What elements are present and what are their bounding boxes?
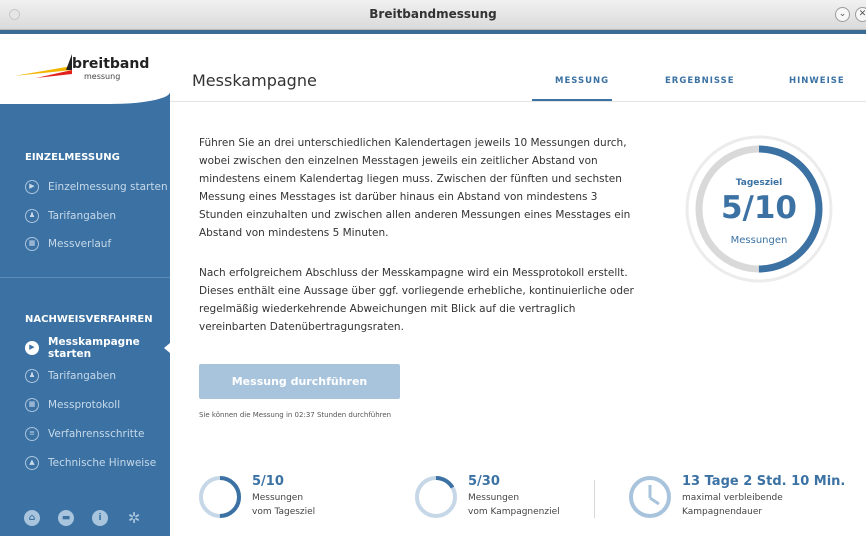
warning-icon: ▲ <box>25 456 39 470</box>
section-nachweisverfahren: NACHWEISVERFAHREN <box>25 314 153 325</box>
gear-icon[interactable]: ✲ <box>126 510 142 526</box>
stat-campaign-line2: vom Kampagnenziel <box>468 507 560 517</box>
stat-campaign-value: 5/30 <box>468 474 500 489</box>
header-divider <box>170 101 866 102</box>
logo-text: breitband <box>72 56 150 72</box>
daily-progress-ring <box>199 476 241 518</box>
stat-remaining-line1: maximal verbleibende <box>682 493 783 503</box>
gauge-label-top: Tagesziel <box>735 178 783 188</box>
measure-button[interactable]: Messung durchführen <box>199 364 400 399</box>
page-title: Messkampagne <box>192 71 317 90</box>
home-icon[interactable]: ⌂ <box>24 510 40 526</box>
sidebar-item-messprotokoll[interactable]: ▦ Messprotokoll <box>25 395 170 415</box>
stat-daily-value: 5/10 <box>252 474 284 489</box>
clock-icon <box>629 476 671 518</box>
minimize-button[interactable]: ⌄ <box>835 7 850 22</box>
sidebar-item-tarifangaben[interactable]: ♟ Tarifangaben <box>25 206 170 226</box>
stats-separator <box>594 480 595 518</box>
gauge-label-bottom: Messungen <box>730 235 788 246</box>
campaign-progress-ring <box>415 476 457 518</box>
stat-campaign-line1: Messungen <box>468 493 520 503</box>
sidebar-divider <box>0 277 170 278</box>
chat-icon[interactable]: ▬ <box>58 510 74 526</box>
sidebar-item-tarifangaben-2[interactable]: ♟ Tarifangaben <box>25 366 170 386</box>
sidebar-item-label: Messkampagne starten <box>48 336 140 360</box>
sidebar-item-label: Messverlauf <box>48 238 112 250</box>
sidebar-item-messkampagne-starten[interactable]: ▶ Messkampagne starten <box>25 336 170 360</box>
user-icon: ♟ <box>25 369 39 383</box>
wait-hint: Sie können die Messung in 02:37 Stunden … <box>199 411 392 419</box>
window-titlebar: Breitbandmessung ⌄ ✕ <box>0 0 866 30</box>
stat-daily-line2: vom Tagesziel <box>252 507 316 517</box>
user-icon: ♟ <box>25 209 39 223</box>
sidebar-item-label: Tarifangaben <box>48 370 117 382</box>
sidebar-item-label: Tarifangaben <box>48 210 117 222</box>
window-title: Breitbandmessung <box>369 7 497 21</box>
section-einzelmessung: EINZELMESSUNG <box>25 152 120 163</box>
tab-messung[interactable]: MESSUNG <box>555 76 609 86</box>
sidebar-item-label: Verfahrensschritte <box>48 428 145 440</box>
sidebar-item-label: Technische Hinweise <box>48 457 157 469</box>
protocol-paragraph: Nach erfolgreichem Abschluss der Messkam… <box>199 267 634 333</box>
stat-daily-line1: Messungen <box>252 493 304 503</box>
sidebar-item-label: Messprotokoll <box>48 399 121 411</box>
logo-subtext: messung <box>84 72 121 81</box>
tab-hinweise[interactable]: HINWEISE <box>789 76 845 86</box>
stat-remaining-line2: Kampagnendauer <box>682 507 763 517</box>
list-icon: ≡ <box>25 427 39 441</box>
calendar-icon: ▦ <box>25 237 39 251</box>
sidebar-item-messverlauf[interactable]: ▦ Messverlauf <box>25 234 170 254</box>
instructions-paragraph: Führen Sie an drei unterschiedlichen Kal… <box>199 137 631 239</box>
sidebar-item-verfahrensschritte[interactable]: ≡ Verfahrensschritte <box>25 424 170 444</box>
calendar-icon: ▦ <box>25 398 39 412</box>
logo-swoosh-icon <box>14 54 72 78</box>
close-button[interactable]: ✕ <box>855 7 866 22</box>
sidebar-item-technische-hinweise[interactable]: ▲ Technische Hinweise <box>25 453 170 473</box>
info-icon[interactable]: i <box>92 510 108 526</box>
stat-remaining-value: 13 Tage 2 Std. 10 Min. <box>682 474 846 489</box>
gauge-value: 5/10 <box>720 190 798 226</box>
logo-area: breitband messung <box>0 34 170 104</box>
play-icon: ▶ <box>25 341 39 355</box>
play-icon: ▶ <box>25 180 39 194</box>
sidebar-item-label: Einzelmessung starten <box>48 181 168 193</box>
sidebar-item-einzelmessung-starten[interactable]: ▶ Einzelmessung starten <box>25 177 170 197</box>
sidebar: breitband messung EINZELMESSUNG ▶ Einzel… <box>0 34 170 536</box>
sidebar-bottom-icons: ⌂ ▬ i ✲ <box>24 510 164 526</box>
tab-ergebnisse[interactable]: ERGEBNISSE <box>665 76 735 86</box>
main-content: Messkampagne MESSUNG ERGEBNISSE HINWEISE… <box>170 34 866 536</box>
